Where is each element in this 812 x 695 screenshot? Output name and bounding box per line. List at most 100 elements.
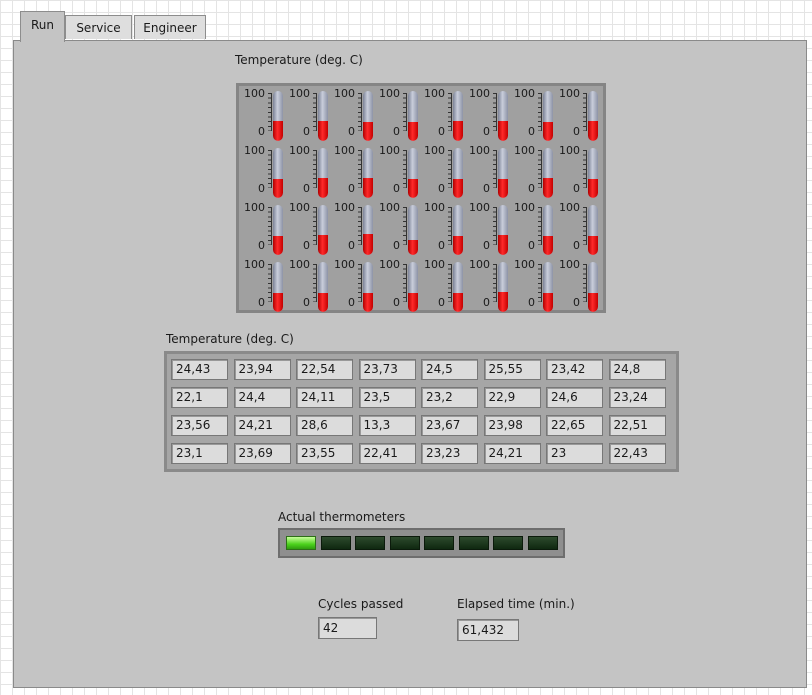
elapsed-time-label: Elapsed time (min.) [457, 597, 575, 611]
thermometer: 100 0 [286, 201, 332, 259]
thermometer: 100 0 [241, 201, 287, 259]
scale-max-label: 100 [514, 87, 535, 100]
scale-min-label: 0 [258, 239, 265, 252]
thermometer-fill [408, 178, 418, 198]
thermometer-led [355, 536, 385, 550]
thermometer-tube [498, 262, 508, 312]
thermometer: 100 0 [421, 144, 467, 202]
scale-max-label: 100 [469, 87, 490, 100]
scale-max-label: 100 [469, 258, 490, 271]
thermometer-tube [363, 91, 373, 141]
thermometer-fill [408, 121, 418, 141]
scale-ticks [581, 93, 587, 131]
thermometer-fill [498, 235, 508, 255]
temperature-cell: 23,67 [421, 415, 478, 436]
scale-ticks [491, 150, 497, 188]
thermometer: 100 0 [331, 201, 377, 259]
scale-max-label: 100 [514, 201, 535, 214]
thermometer: 100 0 [376, 144, 422, 202]
temperature-cell: 25,55 [483, 359, 541, 380]
thermometer-tube [453, 148, 463, 198]
thermometer-fill [588, 121, 598, 141]
thermometer-tube [588, 262, 598, 312]
scale-min-label: 0 [393, 239, 400, 252]
thermometer-fill [363, 121, 373, 141]
thermometer-tube [588, 148, 598, 198]
temperature-cell: 22,1 [171, 387, 228, 408]
scale-max-label: 100 [559, 87, 580, 100]
scale-min-label: 0 [483, 182, 490, 195]
scale-max-label: 100 [514, 258, 535, 271]
scale-min-label: 0 [483, 296, 490, 309]
temperature-cell: 22,41 [358, 443, 416, 464]
thermometer: 100 0 [376, 258, 422, 316]
thermometer-tube [273, 148, 283, 198]
temperature-cell: 22,51 [608, 415, 666, 436]
thermometer-fill [318, 292, 328, 312]
scale-min-label: 0 [483, 239, 490, 252]
thermometer: 100 0 [286, 258, 332, 316]
scale-min-label: 0 [393, 296, 400, 309]
thermometer-fill [453, 178, 463, 198]
scale-max-label: 100 [334, 201, 355, 214]
scale-ticks [491, 264, 497, 302]
scale-ticks [311, 93, 317, 131]
temperature-cell: 24,11 [296, 387, 353, 408]
scale-ticks [446, 93, 452, 131]
thermometer-led [286, 536, 316, 550]
thermometer-fill [318, 121, 328, 141]
thermometer-graph-title: Temperature (deg. C) [235, 53, 363, 67]
thermometer-led [389, 536, 420, 550]
scale-min-label: 0 [303, 182, 310, 195]
thermometer-led [527, 536, 558, 550]
temperature-cell: 24,43 [171, 359, 228, 380]
thermometer: 100 0 [556, 201, 602, 259]
thermometer: 100 0 [511, 144, 557, 202]
thermometer: 100 0 [421, 87, 467, 145]
scale-max-label: 100 [334, 87, 355, 100]
thermometer-fill [363, 292, 373, 312]
scale-min-label: 0 [438, 125, 445, 138]
scale-max-label: 100 [289, 87, 310, 100]
scale-min-label: 0 [573, 296, 580, 309]
thermometer: 100 0 [556, 258, 602, 316]
scale-max-label: 100 [514, 144, 535, 157]
scale-max-label: 100 [289, 201, 310, 214]
tab-service[interactable]: Service [65, 15, 132, 39]
thermometer-tube [408, 205, 418, 255]
thermometer-tube [588, 91, 598, 141]
thermometer-tube [498, 205, 508, 255]
scale-min-label: 0 [348, 125, 355, 138]
tab-engineer[interactable]: Engineer [134, 15, 206, 39]
thermometer-tube [363, 262, 373, 312]
thermometer: 100 0 [376, 201, 422, 259]
scale-ticks [581, 150, 587, 188]
scale-min-label: 0 [258, 296, 265, 309]
thermometer-fill [408, 293, 418, 312]
scale-min-label: 0 [438, 239, 445, 252]
run-panel: Temperature (deg. C) 100 0 100 0 100 0 100 0 100… [13, 40, 807, 688]
scale-ticks [311, 150, 317, 188]
scale-ticks [446, 264, 452, 302]
temperature-cell: 23,56 [171, 415, 228, 436]
scale-max-label: 100 [244, 87, 265, 100]
thermometer-tube [453, 91, 463, 141]
thermometer: 100 0 [241, 258, 287, 316]
scale-ticks [266, 150, 272, 188]
temperature-cell: 23,24 [608, 387, 666, 408]
thermometer-tube [408, 148, 418, 198]
thermometer-tube [453, 205, 463, 255]
tab-run[interactable]: Run [20, 11, 65, 42]
thermometer-tube [588, 205, 598, 255]
scale-min-label: 0 [573, 239, 580, 252]
scale-max-label: 100 [379, 144, 400, 157]
scale-min-label: 0 [528, 125, 535, 138]
scale-max-label: 100 [559, 258, 580, 271]
temperature-cell: 22,54 [296, 359, 353, 380]
temperature-cell: 22,65 [546, 415, 603, 436]
thermometer: 100 0 [241, 87, 287, 145]
scale-max-label: 100 [244, 258, 265, 271]
thermometer-tube [318, 262, 328, 312]
scale-max-label: 100 [379, 87, 400, 100]
thermometer: 100 0 [421, 258, 467, 316]
